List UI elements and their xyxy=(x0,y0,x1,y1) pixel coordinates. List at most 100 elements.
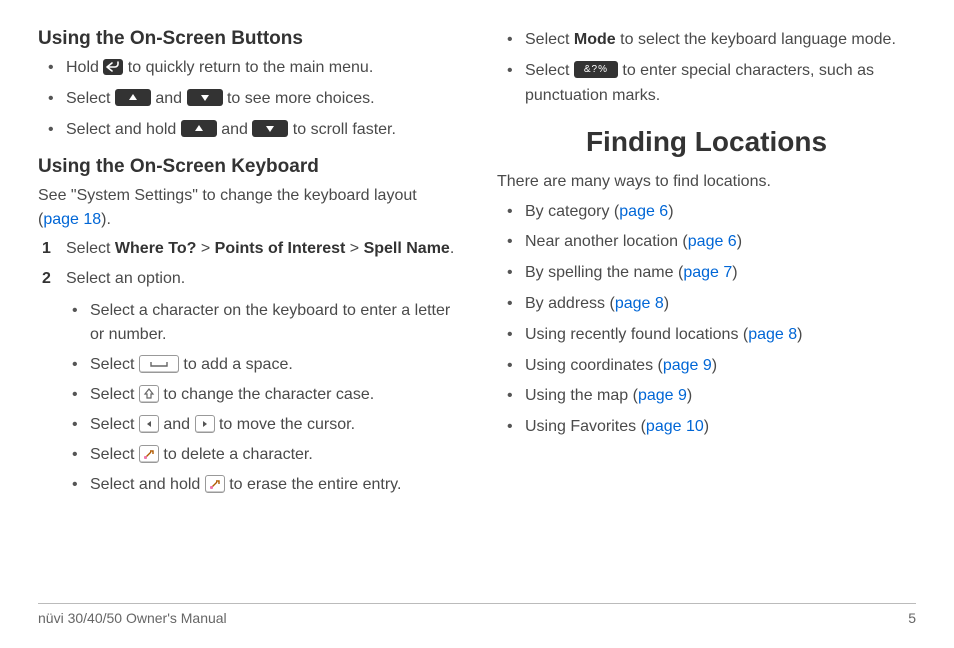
text: > xyxy=(345,240,363,257)
list-item: Select and hold to erase the entire entr… xyxy=(66,473,457,497)
text: ) xyxy=(687,387,692,404)
list-item: Using coordinates (page 9) xyxy=(497,354,916,379)
text: Select xyxy=(90,416,139,433)
keyboard-intro: See "System Settings" to change the keyb… xyxy=(38,184,457,230)
page-link[interactable]: page 10 xyxy=(646,418,704,435)
list-item: Select a character on the keyboard to en… xyxy=(66,299,457,347)
list-item: Select and to move the cursor. xyxy=(66,413,457,437)
page-link[interactable]: page 9 xyxy=(638,387,687,404)
keyboard-substeps: Select a character on the keyboard to en… xyxy=(66,299,457,497)
text: Select xyxy=(90,386,139,403)
space-icon xyxy=(139,355,179,373)
back-icon xyxy=(103,59,123,75)
text: ) xyxy=(732,264,737,281)
heading-finding-locations: Finding Locations xyxy=(497,126,916,158)
text: to select the keyboard language mode. xyxy=(616,31,896,48)
page-link[interactable]: page 18 xyxy=(43,211,101,228)
bold-text: Points of Interest xyxy=(215,240,346,257)
bold-text: Spell Name xyxy=(364,240,450,257)
text: Using Favorites ( xyxy=(525,418,646,435)
text: ) xyxy=(668,203,673,220)
text: ) xyxy=(712,357,717,374)
text: ). xyxy=(101,211,111,228)
delete-icon xyxy=(139,445,159,463)
bold-text: Mode xyxy=(574,31,616,48)
text: to quickly return to the main menu. xyxy=(123,59,373,76)
text: By category ( xyxy=(525,203,619,220)
list-item: Near another location (page 6) xyxy=(497,230,916,255)
cursor-left-icon xyxy=(139,415,159,433)
text: to scroll faster. xyxy=(288,121,396,138)
text: By address ( xyxy=(525,295,615,312)
text: Select xyxy=(66,240,115,257)
page-link[interactable]: page 9 xyxy=(663,357,712,374)
text: Select xyxy=(66,90,115,107)
delete-icon xyxy=(205,475,225,493)
page-content: Using the On-Screen Buttons Hold to quic… xyxy=(0,0,954,580)
list-item: Select &?% to enter special characters, … xyxy=(497,59,916,109)
text: Select and hold xyxy=(66,121,181,138)
list-item: Select Mode to select the keyboard langu… xyxy=(497,28,916,53)
list-item: Using the map (page 9) xyxy=(497,384,916,409)
onscreen-buttons-list: Hold to quickly return to the main menu.… xyxy=(38,56,457,142)
text: By spelling the name ( xyxy=(525,264,683,281)
arrow-down-icon xyxy=(187,89,223,106)
step-item: Select Where To? > Points of Interest > … xyxy=(38,237,457,261)
list-item: Using Favorites (page 10) xyxy=(497,415,916,440)
page-footer: nüvi 30/40/50 Owner's Manual 5 xyxy=(38,603,916,626)
page-link[interactable]: page 8 xyxy=(615,295,664,312)
page-link[interactable]: page 8 xyxy=(748,326,797,343)
text: Select xyxy=(525,31,574,48)
list-item: Select to delete a character. xyxy=(66,443,457,467)
page-number: 5 xyxy=(908,610,916,626)
heading-onscreen-keyboard: Using the On-Screen Keyboard xyxy=(38,156,457,178)
text: Select xyxy=(525,62,574,79)
arrow-down-icon xyxy=(252,120,288,137)
cursor-right-icon xyxy=(195,415,215,433)
text: Select an option. xyxy=(66,270,185,287)
text: Select xyxy=(90,356,139,373)
list-item: Using recently found locations (page 8) xyxy=(497,323,916,348)
text: Select and hold xyxy=(90,476,205,493)
text: ) xyxy=(664,295,669,312)
text: to see more choices. xyxy=(223,90,375,107)
text: to add a space. xyxy=(179,356,293,373)
page-link[interactable]: page 6 xyxy=(619,203,668,220)
list-item: Select and to see more choices. xyxy=(38,87,457,112)
text: Using the map ( xyxy=(525,387,638,404)
list-item: Select and hold and to scroll faster. xyxy=(38,118,457,143)
list-item: By spelling the name (page 7) xyxy=(497,261,916,286)
text: ) xyxy=(797,326,802,343)
text: . xyxy=(450,240,454,257)
text: Using recently found locations ( xyxy=(525,326,748,343)
special-chars-icon: &?% xyxy=(574,61,618,78)
list-item: By address (page 8) xyxy=(497,292,916,317)
page-link[interactable]: page 6 xyxy=(688,233,737,250)
finding-intro: There are many ways to find locations. xyxy=(497,170,916,193)
text: Select xyxy=(90,446,139,463)
text: to erase the entire entry. xyxy=(225,476,402,493)
step-item: Select an option. Select a character on … xyxy=(38,267,457,497)
left-column: Using the On-Screen Buttons Hold to quic… xyxy=(38,28,457,580)
text: and xyxy=(217,121,253,138)
keyboard-steps: Select Where To? > Points of Interest > … xyxy=(38,237,457,497)
text: ) xyxy=(704,418,709,435)
list-item: By category (page 6) xyxy=(497,200,916,225)
keyboard-continued-list: Select Mode to select the keyboard langu… xyxy=(497,28,916,108)
list-item: Select to change the character case. xyxy=(66,383,457,407)
text: Hold xyxy=(66,59,103,76)
text: and xyxy=(159,416,195,433)
list-item: Hold to quickly return to the main menu. xyxy=(38,56,457,81)
bold-text: Where To? xyxy=(115,240,196,257)
text: to change the character case. xyxy=(159,386,374,403)
finding-locations-list: By category (page 6)Near another locatio… xyxy=(497,200,916,440)
arrow-up-icon xyxy=(181,120,217,137)
text: > xyxy=(196,240,214,257)
footer-title: nüvi 30/40/50 Owner's Manual xyxy=(38,610,227,626)
arrow-up-icon xyxy=(115,89,151,106)
text: ) xyxy=(737,233,742,250)
text: to move the cursor. xyxy=(215,416,356,433)
text: Near another location ( xyxy=(525,233,688,250)
page-link[interactable]: page 7 xyxy=(683,264,732,281)
heading-onscreen-buttons: Using the On-Screen Buttons xyxy=(38,28,457,50)
